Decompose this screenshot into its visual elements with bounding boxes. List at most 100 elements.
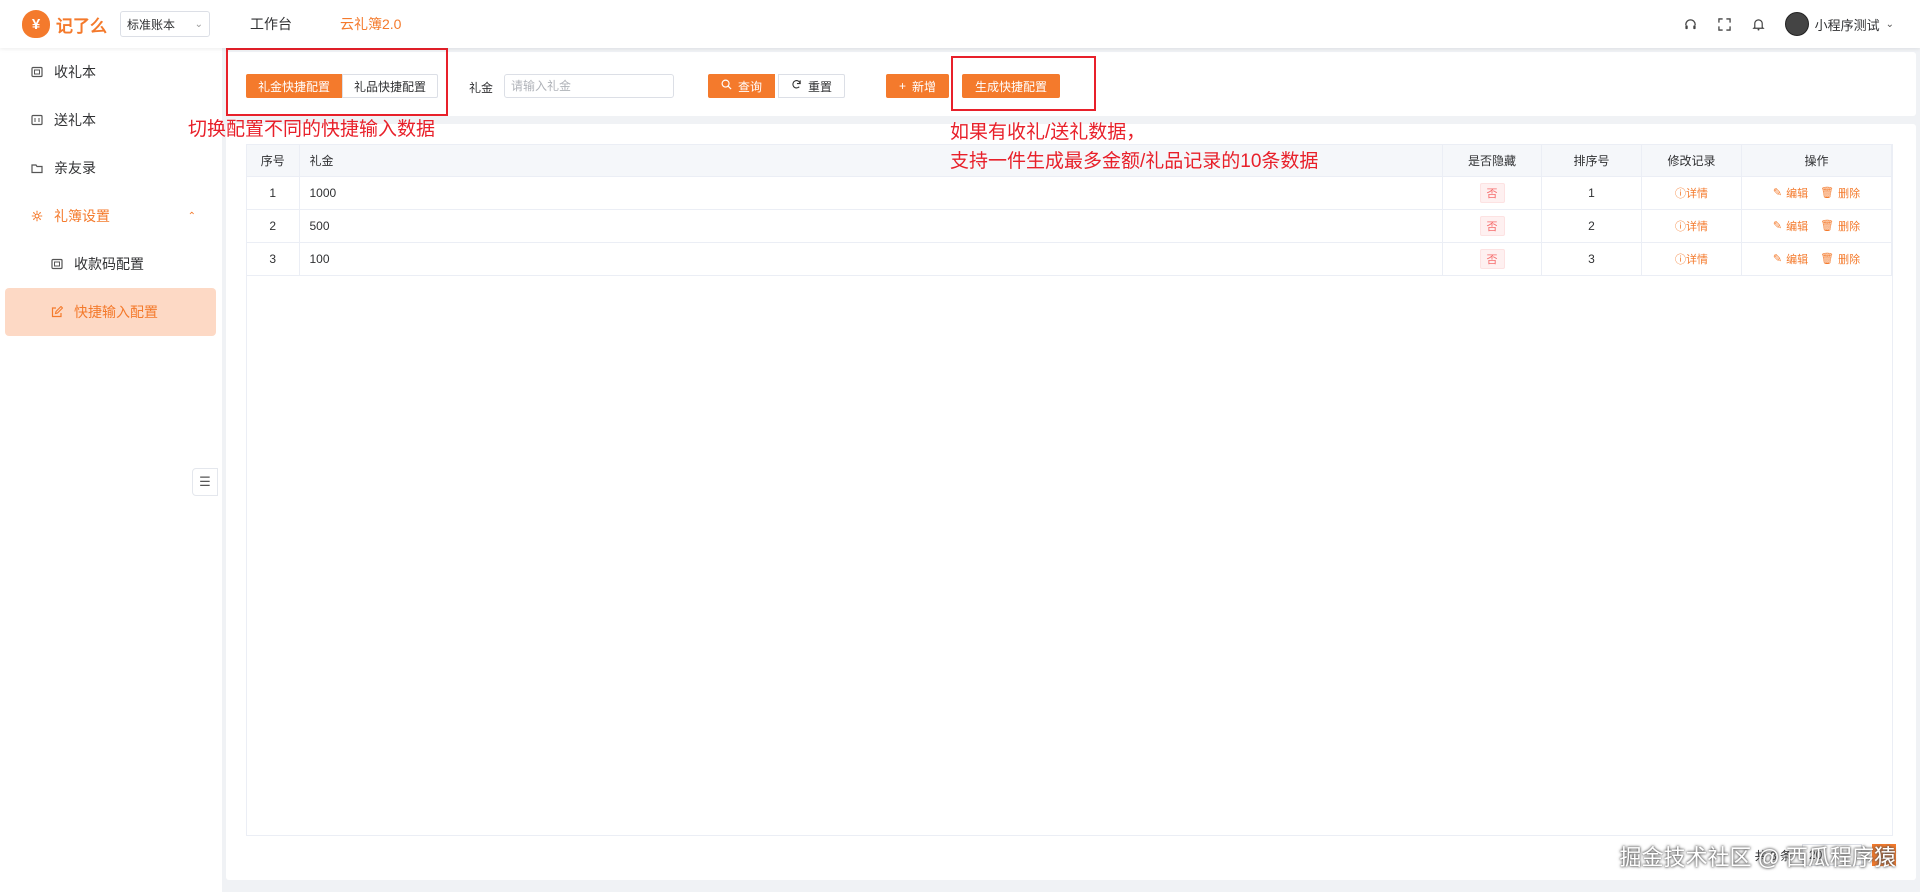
sidebar-item-label: 礼簿设置 xyxy=(54,208,110,224)
table-row: 1 1000 否 1 ⓘ详情 ✎ 编辑 🗑︎ 删除 xyxy=(247,176,1892,210)
cell-amount: 500 xyxy=(299,209,1443,243)
refresh-icon xyxy=(791,79,802,93)
cell-sort: 2 xyxy=(1541,209,1642,243)
table-row: 3 100 否 3 ⓘ详情 ✎ 编辑 🗑︎ 删除 xyxy=(247,242,1892,276)
headset-icon[interactable] xyxy=(1683,16,1699,32)
cell-actions: ✎ 编辑 🗑︎ 删除 xyxy=(1741,176,1892,210)
chevron-up-icon: ⌃ xyxy=(187,210,196,222)
money-bag-icon: ¥ xyxy=(22,10,50,38)
cell-hidden: 否 xyxy=(1442,242,1542,276)
delete-button[interactable]: 🗑︎ 删除 xyxy=(1820,251,1860,267)
info-icon: ⓘ xyxy=(1675,187,1686,200)
quick-config-table: 序号 礼金 是否隐藏 排序号 修改记录 操作 1 1000 否 1 ⓘ详情 ✎ 编… xyxy=(246,144,1893,836)
table-row: 2 500 否 2 ⓘ详情 ✎ 编辑 🗑︎ 删除 xyxy=(247,209,1892,243)
info-icon: ⓘ xyxy=(1675,253,1686,266)
collapse-sidebar-icon[interactable]: ☰ xyxy=(192,468,218,496)
cell-amount: 100 xyxy=(299,242,1443,276)
header-hidden: 是否隐藏 xyxy=(1442,145,1542,177)
hidden-tag: 否 xyxy=(1479,182,1505,203)
header-sort: 排序号 xyxy=(1541,145,1642,177)
bell-icon[interactable] xyxy=(1751,16,1767,32)
edit-button[interactable]: ✎ 编辑 xyxy=(1773,218,1808,234)
plus-icon: + xyxy=(899,79,907,93)
logo[interactable]: ¥ 记了么 xyxy=(22,10,118,38)
cell-sort: 3 xyxy=(1541,242,1642,276)
header-actions: 操作 xyxy=(1741,145,1892,177)
qrcode-icon xyxy=(50,257,64,271)
sidebar-item-quick-input[interactable]: 快捷输入配置 xyxy=(5,288,216,336)
sidebar: 收礼本 送礼本 亲友录 礼簿设置 ⌃ 收款码配置 快捷输入配置 xyxy=(0,48,222,892)
cell-index: 1 xyxy=(247,176,300,210)
avatar xyxy=(1784,12,1809,36)
sidebar-item-label: 送礼本 xyxy=(54,112,96,128)
nav-workbench[interactable]: 工作台 xyxy=(250,14,292,34)
nav-cloud-gift-book[interactable]: 云礼簿2.0 xyxy=(340,14,401,34)
sidebar-item-contacts[interactable]: 亲友录 xyxy=(0,144,222,192)
hidden-tag: 否 xyxy=(1479,248,1505,269)
sidebar-item-payment-code[interactable]: 收款码配置 xyxy=(0,240,222,288)
trash-icon: 🗑︎ xyxy=(1820,187,1835,199)
search-icon xyxy=(721,79,732,93)
top-bar: ¥ 记了么 标准账本 ⌄ 工作台 云礼簿2.0 小程序测试 ⌄ xyxy=(0,0,1920,48)
add-label: 新增 xyxy=(912,79,937,94)
sidebar-item-label: 收礼本 xyxy=(54,64,96,80)
details-link[interactable]: ⓘ详情 xyxy=(1675,188,1708,200)
add-button[interactable]: + 新增 xyxy=(886,74,950,98)
sidebar-item-label: 亲友录 xyxy=(54,160,96,176)
user-menu[interactable]: 小程序测试 ⌄ xyxy=(1784,12,1894,36)
chevron-down-icon: ⌄ xyxy=(1885,18,1894,30)
ledger-out-icon xyxy=(30,113,44,127)
cell-record: ⓘ详情 xyxy=(1641,176,1742,210)
ledger-select-value: 标准账本 xyxy=(127,17,176,32)
watermark: 掘金技术社区 @ 西瓜程序猿 xyxy=(1619,845,1896,870)
amount-search-input[interactable] xyxy=(504,74,674,98)
edit-button[interactable]: ✎ 编辑 xyxy=(1773,251,1808,267)
user-name: 小程序测试 xyxy=(1814,17,1880,33)
trash-icon: 🗑︎ xyxy=(1820,220,1835,232)
annotation-note-generate-line2: 支持一件生成最多金额/礼品记录的10条数据 xyxy=(950,151,1319,172)
sidebar-item-gift-received[interactable]: 收礼本 xyxy=(0,48,222,96)
cell-sort: 1 xyxy=(1541,176,1642,210)
ledger-select[interactable]: 标准账本 ⌄ xyxy=(120,11,210,37)
cell-amount: 1000 xyxy=(299,176,1443,210)
reset-button[interactable]: 重置 xyxy=(778,74,846,98)
sidebar-item-gift-book-settings[interactable]: 礼簿设置 ⌃ xyxy=(0,192,222,240)
sidebar-item-label: 收款码配置 xyxy=(74,256,144,272)
details-link[interactable]: ⓘ详情 xyxy=(1675,221,1708,233)
cell-actions: ✎ 编辑 🗑︎ 删除 xyxy=(1741,209,1892,243)
details-link[interactable]: ⓘ详情 xyxy=(1675,254,1708,266)
sidebar-item-label: 快捷输入配置 xyxy=(74,304,158,320)
edit-icon: ✎ xyxy=(1772,187,1783,199)
cell-hidden: 否 xyxy=(1442,176,1542,210)
folder-icon xyxy=(30,161,44,175)
header-record: 修改记录 xyxy=(1641,145,1742,177)
cell-index: 3 xyxy=(247,242,300,276)
trash-icon: 🗑︎ xyxy=(1820,253,1835,265)
ledger-icon xyxy=(30,65,44,79)
annotation-box-generate xyxy=(951,56,1096,111)
edit-icon: ✎ xyxy=(1772,220,1783,232)
cell-actions: ✎ 编辑 🗑︎ 删除 xyxy=(1741,242,1892,276)
cell-record: ⓘ详情 xyxy=(1641,242,1742,276)
header-index: 序号 xyxy=(247,145,300,177)
cell-index: 2 xyxy=(247,209,300,243)
annotation-note-generate-line1: 如果有收礼/送礼数据， xyxy=(950,122,1146,143)
amount-field-label: 礼金 xyxy=(469,81,494,95)
query-button[interactable]: 查询 xyxy=(708,74,776,98)
cell-hidden: 否 xyxy=(1442,209,1542,243)
gear-icon xyxy=(30,209,44,223)
reset-label: 重置 xyxy=(808,79,833,94)
table-panel: 序号 礼金 是否隐藏 排序号 修改记录 操作 1 1000 否 1 ⓘ详情 ✎ 编… xyxy=(226,124,1916,880)
logo-text: 记了么 xyxy=(56,16,107,36)
info-icon: ⓘ xyxy=(1675,220,1686,233)
edit-button[interactable]: ✎ 编辑 xyxy=(1773,185,1808,201)
edit-icon xyxy=(50,305,64,319)
annotation-note-tabs: 切换配置不同的快捷输入数据 xyxy=(188,119,436,140)
delete-button[interactable]: 🗑︎ 删除 xyxy=(1820,185,1860,201)
chevron-down-icon: ⌄ xyxy=(194,18,203,30)
annotation-box-tabs xyxy=(226,48,448,116)
hidden-tag: 否 xyxy=(1479,215,1505,236)
fullscreen-icon[interactable] xyxy=(1717,16,1733,32)
edit-icon: ✎ xyxy=(1772,253,1783,265)
delete-button[interactable]: 🗑︎ 删除 xyxy=(1820,218,1860,234)
